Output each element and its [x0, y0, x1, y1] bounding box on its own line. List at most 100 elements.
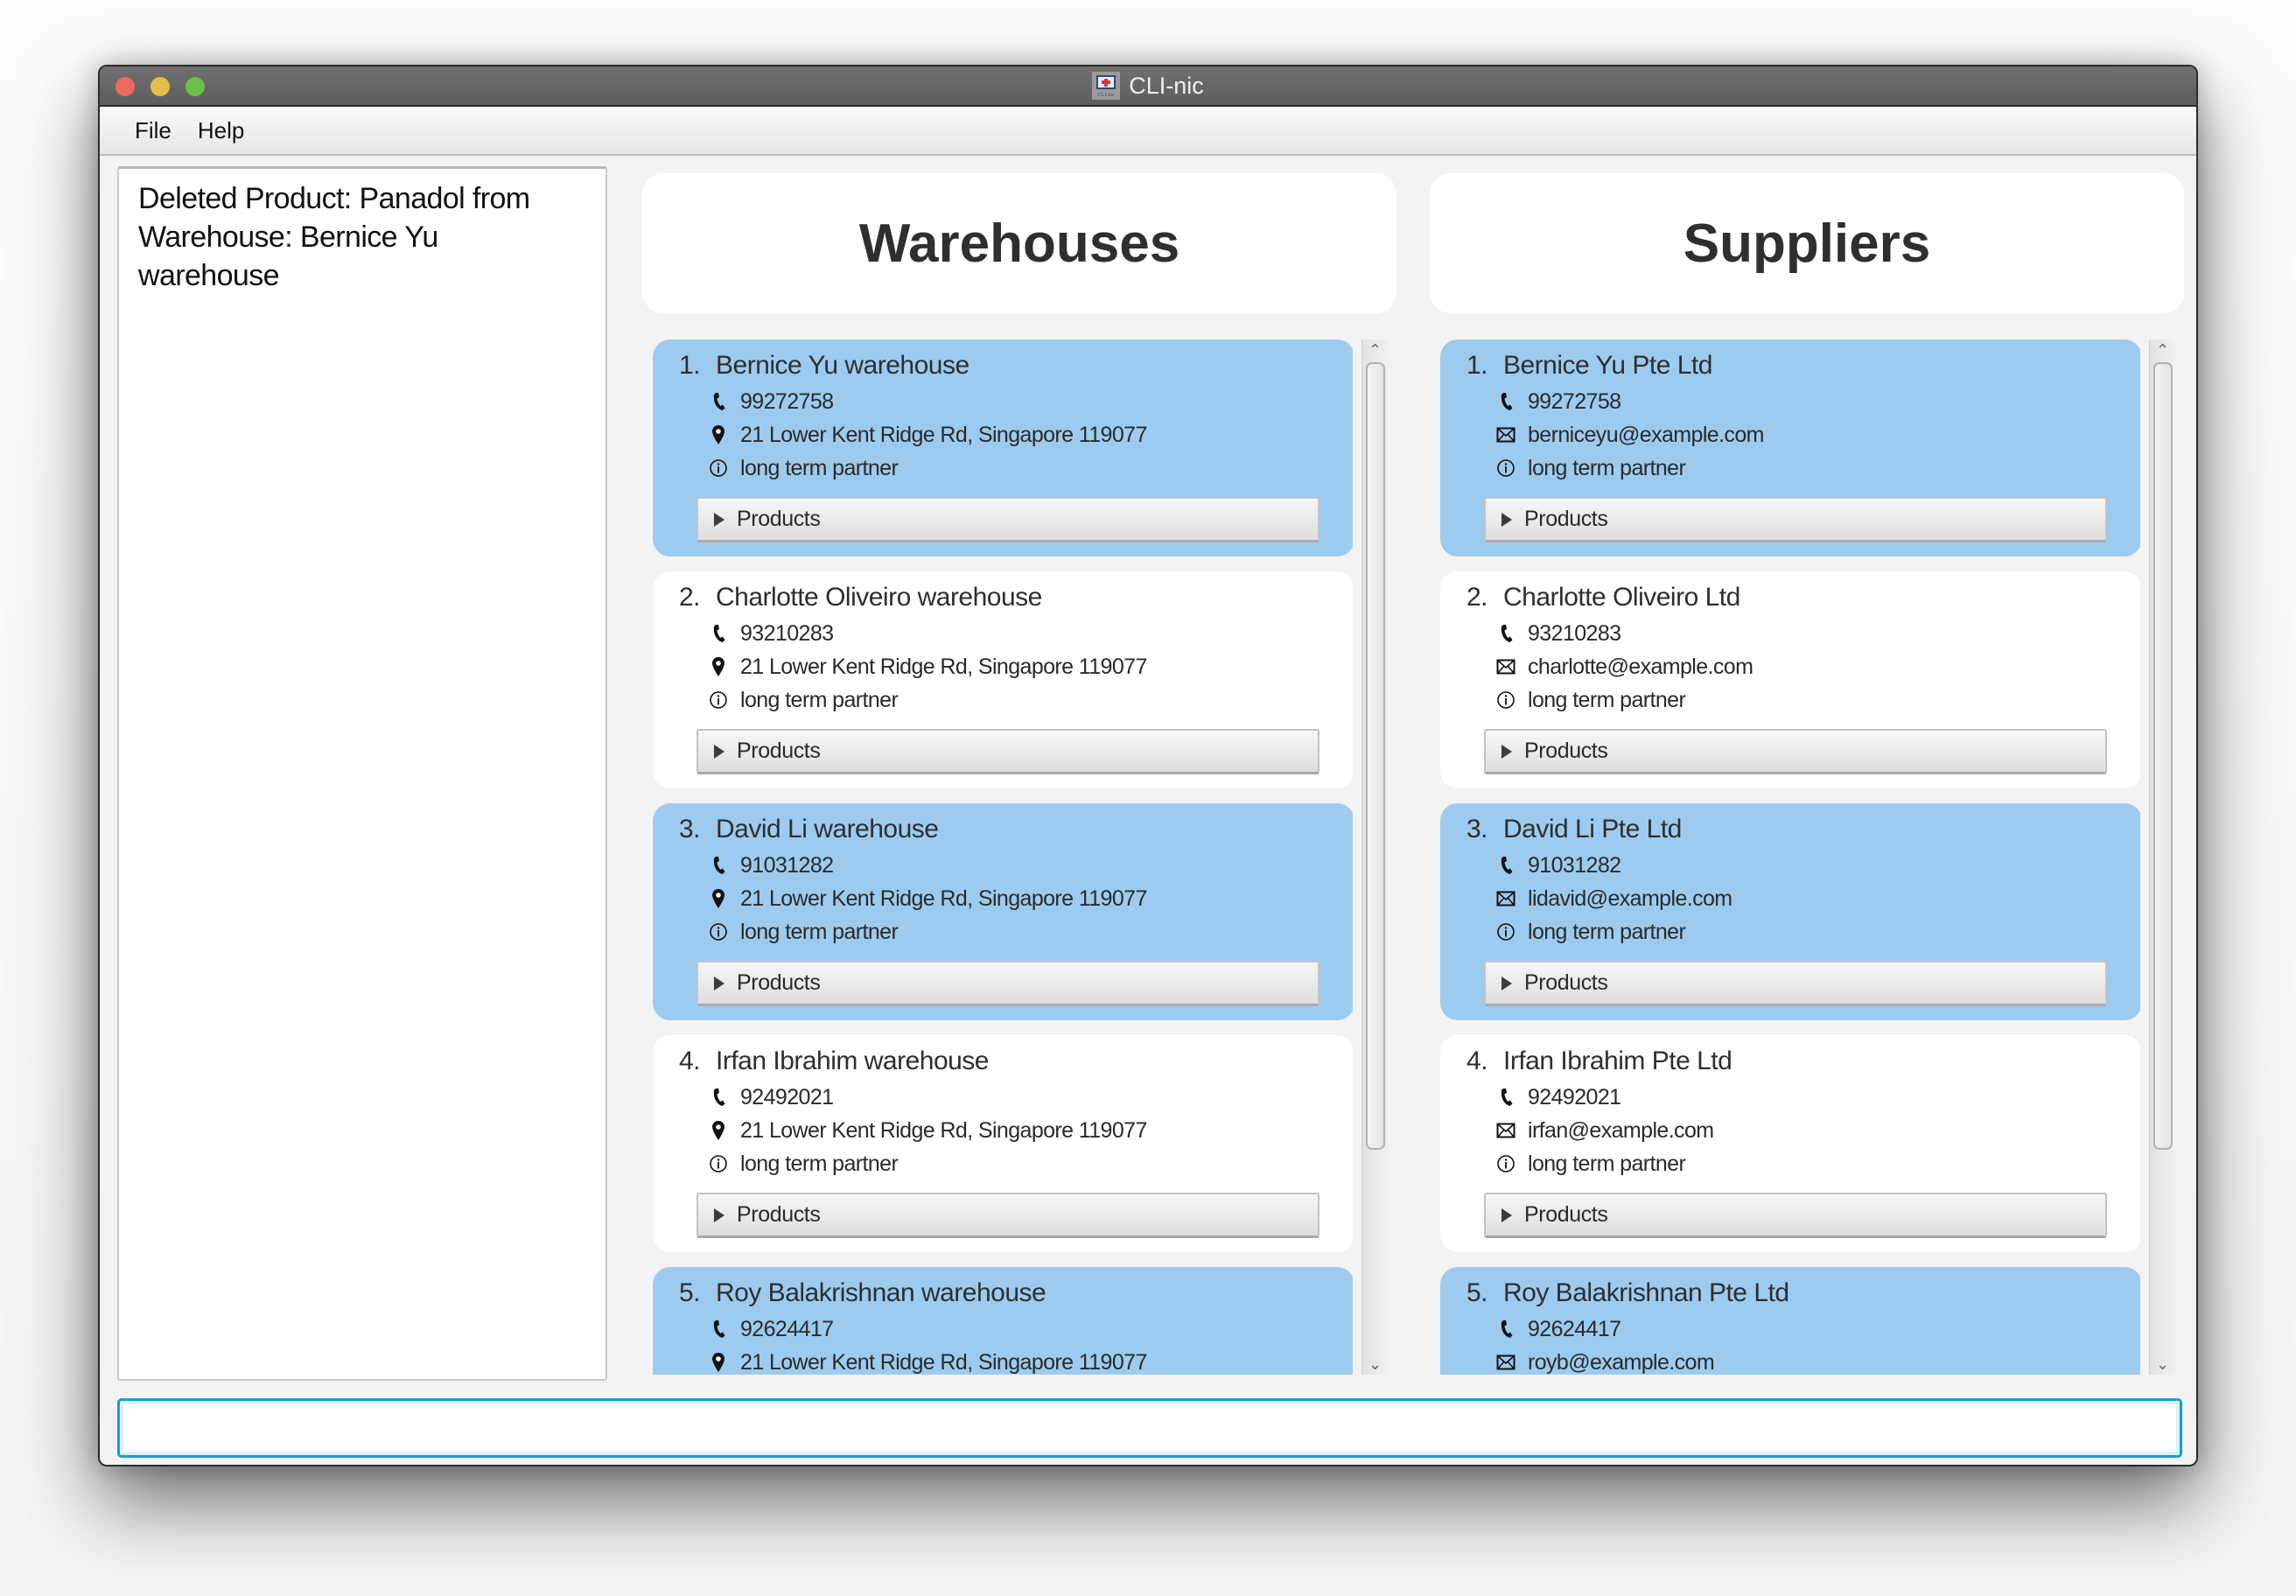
phone-icon [709, 1318, 728, 1340]
warehouse-card[interactable]: 1. Bernice Yu warehouse 99272758 21 Lower… [653, 340, 1353, 556]
products-expander[interactable]: Products [696, 729, 1320, 774]
card-name: Bernice Yu Pte Ltd [1503, 351, 1712, 380]
card-title: 3. David Li Pte Ltd [1466, 810, 2140, 849]
result-display[interactable]: Deleted Product: Panadol from Warehouse:… [117, 166, 607, 1381]
address-field: 21 Lower Kent Ridge Rd, Singapore 119077 [679, 418, 1353, 452]
phone-text: 92624417 [1528, 1316, 1621, 1341]
products-label: Products [1524, 507, 1608, 531]
card-name: Roy Balakrishnan Pte Ltd [1503, 1278, 1789, 1307]
warehouse-list[interactable]: 1. Bernice Yu warehouse 99272758 21 Lower… [653, 340, 1353, 1375]
products-expander[interactable]: Products [696, 961, 1320, 1006]
info-icon [1496, 920, 1516, 943]
warehouses-panel: Warehouses 1. Bernice Yu warehouse 992727… [642, 173, 1396, 1375]
phone-text: 91031282 [740, 852, 834, 878]
remark-field: long term partner [1466, 683, 2140, 717]
warehouse-card[interactable]: 2. Charlotte Oliveiro warehouse 93210283 … [653, 571, 1353, 788]
scroll-down-icon[interactable]: ⌄ [2150, 1354, 2175, 1375]
supplier-card[interactable]: 1. Bernice Yu Pte Ltd 99272758 berniceyu@… [1440, 340, 2140, 556]
products-label: Products [737, 970, 821, 995]
triangle-right-icon [1502, 744, 1512, 759]
card-index: 3. [679, 815, 701, 844]
info-icon [709, 689, 728, 711]
card-name: Charlotte Oliveiro Ltd [1503, 583, 1740, 612]
card-index: 1. [679, 351, 701, 380]
products-expander[interactable]: Products [696, 1193, 1320, 1238]
phone-text: 93210283 [740, 620, 834, 646]
products-label: Products [737, 1202, 821, 1227]
phone-text: 93210283 [1528, 620, 1621, 646]
products-expander[interactable]: Products [1484, 961, 2107, 1006]
supplier-list[interactable]: 1. Bernice Yu Pte Ltd 99272758 berniceyu@… [1440, 340, 2140, 1375]
warehouse-card[interactable]: 4. Irfan Ibrahim warehouse 92492021 21 Lo… [653, 1035, 1353, 1252]
map-pin-icon [709, 1351, 728, 1374]
info-icon [709, 920, 728, 943]
products-expander[interactable]: Products [1484, 1193, 2107, 1238]
warehouse-card[interactable]: 5. Roy Balakrishnan warehouse 92624417 21… [653, 1267, 1353, 1375]
products-label: Products [1524, 1202, 1608, 1227]
result-message: Deleted Product: Panadol from Warehouse:… [138, 182, 530, 292]
products-label: Products [1524, 738, 1608, 763]
phone-icon [1496, 854, 1516, 877]
card-name: David Li warehouse [716, 815, 939, 844]
remark-field: long term partner [679, 1147, 1353, 1180]
phone-field: 91031282 [679, 849, 1353, 882]
card-index: 4. [679, 1046, 701, 1075]
address-text: 21 Lower Kent Ridge Rd, Singapore 119077 [740, 654, 1147, 679]
remark-field: long term partner [1466, 915, 2140, 948]
triangle-right-icon [714, 512, 724, 527]
card-name: David Li Pte Ltd [1503, 815, 1682, 844]
products-expander[interactable]: Products [696, 497, 1320, 542]
supplier-list-scrollbar[interactable]: ⌃ ⌄ [2149, 340, 2175, 1375]
email-text: royb@example.com [1528, 1349, 1715, 1375]
supplier-card[interactable]: 2. Charlotte Oliveiro Ltd 93210283 charlo… [1440, 571, 2140, 788]
card-index: 3. [1466, 815, 1488, 844]
card-index: 5. [1466, 1278, 1488, 1307]
card-name: Irfan Ibrahim Pte Ltd [1503, 1046, 1732, 1075]
supplier-card[interactable]: 5. Roy Balakrishnan Pte Ltd 92624417 royb… [1440, 1267, 2140, 1375]
warehouse-card[interactable]: 3. David Li warehouse 91031282 21 Lower K… [653, 803, 1353, 1020]
info-icon [1496, 457, 1516, 480]
map-pin-icon [709, 1119, 728, 1142]
supplier-card[interactable]: 4. Irfan Ibrahim Pte Ltd 92492021 irfan@e… [1440, 1035, 2140, 1252]
phone-field: 92492021 [1466, 1081, 2140, 1114]
command-input[interactable] [117, 1398, 2182, 1458]
phone-field: 93210283 [679, 617, 1353, 650]
remark-text: long term partner [740, 1151, 899, 1176]
phone-text: 91031282 [1528, 852, 1621, 878]
scroll-thumb[interactable] [2153, 362, 2173, 1150]
card-name: Irfan Ibrahim warehouse [716, 1046, 990, 1075]
info-icon [1496, 689, 1516, 711]
phone-field: 92624417 [679, 1312, 1353, 1346]
warehouse-list-scrollbar[interactable]: ⌃ ⌄ [1362, 340, 1388, 1375]
products-expander[interactable]: Products [1484, 729, 2107, 774]
scroll-up-icon[interactable]: ⌃ [1362, 340, 1388, 360]
triangle-right-icon [1502, 976, 1512, 990]
products-label: Products [1524, 970, 1608, 995]
scroll-down-icon[interactable]: ⌄ [1362, 1354, 1388, 1375]
info-icon [709, 1152, 728, 1175]
app-window: CLI-nic CLI-nic File Help Deleted Produc… [98, 65, 2198, 1466]
scroll-thumb[interactable] [1366, 362, 1385, 1150]
remark-text: long term partner [1528, 687, 1686, 712]
scroll-up-icon[interactable]: ⌃ [2150, 340, 2175, 360]
suppliers-header: Suppliers [1430, 173, 2184, 313]
email-text: berniceyu@example.com [1528, 422, 1764, 447]
phone-icon [1496, 390, 1516, 413]
card-index: 1. [1466, 351, 1488, 380]
phone-field: 93210283 [1466, 617, 2140, 650]
address-field: 21 Lower Kent Ridge Rd, Singapore 119077 [679, 1346, 1353, 1375]
remark-field: long term partner [1466, 1147, 2140, 1180]
menu-file[interactable]: File [131, 114, 175, 148]
map-pin-icon [709, 887, 728, 910]
info-icon [709, 457, 728, 480]
menu-help[interactable]: Help [194, 114, 248, 148]
phone-field: 99272758 [679, 385, 1353, 418]
phone-text: 99272758 [740, 388, 834, 414]
suppliers-title: Suppliers [1683, 213, 1931, 274]
email-field: royb@example.com [1466, 1346, 2140, 1375]
remark-field: long term partner [679, 915, 1353, 948]
supplier-card[interactable]: 3. David Li Pte Ltd 91031282 lidavid@exam… [1440, 803, 2140, 1020]
phone-icon [1496, 1318, 1516, 1340]
warehouses-header: Warehouses [642, 173, 1396, 313]
products-expander[interactable]: Products [1484, 497, 2107, 542]
